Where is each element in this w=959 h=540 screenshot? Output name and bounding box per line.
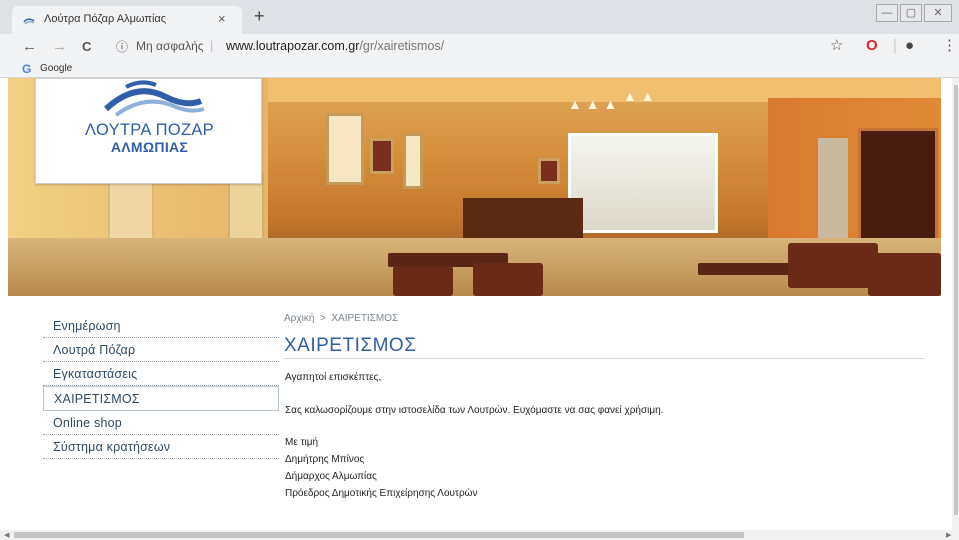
chandelier-icon: ▲ ▲ ▲ — [568, 96, 618, 112]
scroll-right-arrow-icon[interactable]: ▶ — [946, 531, 951, 539]
profile-icon[interactable]: ● — [905, 37, 914, 55]
hero-back-window — [568, 133, 718, 233]
address-bar[interactable]: ⓘ Μη ασφαλής | www.loutrapozar.com.gr/gr… — [110, 37, 850, 57]
sidebar-item-facilities[interactable]: Εγκαταστάσεις — [43, 362, 279, 386]
url-path: /gr/xairetismos/ — [359, 39, 445, 53]
hero-sofa — [788, 243, 878, 288]
breadcrumb-separator: > — [319, 313, 326, 324]
hero-chair — [393, 266, 453, 296]
scroll-left-arrow-icon[interactable]: ◀ — [4, 531, 9, 539]
url-separator: | — [210, 38, 214, 53]
browser-tab-strip: Λούτρα Πόζαρ Αλμωπίας × + — ▢ ✕ — [0, 0, 959, 34]
sidebar-item-pozar-baths[interactable]: Λουτρά Πόζαρ — [43, 338, 279, 362]
hero-sofa — [868, 253, 941, 296]
hero-counter — [463, 198, 583, 238]
title-divider — [284, 358, 924, 359]
maximize-button[interactable]: ▢ — [900, 4, 922, 22]
breadcrumb: Αρχική > ΧΑΙΡΕΤΙΣΜΟΣ — [284, 313, 398, 324]
close-window-button[interactable]: ✕ — [924, 4, 952, 22]
site-logo[interactable]: ΛΟΥΤΡΑ ΠΟΖΑΡ ΑΛΜΩΠΙΑΣ — [35, 78, 262, 184]
page-title: ΧΑΙΡΕΤΙΣΜΟΣ — [284, 335, 417, 356]
hero-painting — [370, 138, 394, 174]
signer-name: Δημήτρης Μπίνος — [285, 454, 365, 465]
breadcrumb-current: ΧΑΙΡΕΤΙΣΜΟΣ — [331, 313, 399, 324]
reload-button[interactable]: C — [82, 37, 91, 57]
hero-window-frame — [403, 133, 423, 189]
bookmark-google[interactable]: Google — [40, 63, 72, 74]
signer-role-mayor: Δήμαρχος Αλμωπίας — [285, 471, 377, 482]
logo-title: ΛΟΥΤΡΑ ΠΟΖΑΡ — [85, 121, 214, 139]
new-tab-button[interactable]: + — [254, 6, 265, 26]
site-favicon-icon — [23, 18, 35, 25]
signer-role-president: Πρόεδρος Δημοτικής Επιχείρησης Λουτρών — [285, 488, 478, 499]
browser-toolbar: ← → C ⓘ Μη ασφαλής | www.loutrapozar.com… — [0, 34, 959, 60]
bookmarks-bar: G Google — [0, 60, 959, 78]
logo-wave-icon — [103, 80, 205, 117]
horizontal-scroll-thumb[interactable] — [14, 532, 744, 538]
back-button[interactable]: ← — [22, 37, 37, 57]
security-label: Μη ασφαλής — [136, 39, 204, 53]
browser-tab[interactable]: Λούτρα Πόζαρ Αλμωπίας × — [12, 6, 242, 34]
toolbar-divider: | — [893, 37, 897, 54]
vertical-scroll-thumb[interactable] — [954, 85, 958, 515]
chandelier-icon: ▲ ▲ — [623, 88, 655, 104]
sidebar-nav: Ενημέρωση Λουτρά Πόζαρ Εγκαταστάσεις ΧΑΙ… — [43, 314, 279, 459]
opera-extension-icon[interactable]: O — [866, 37, 878, 55]
url-host: www.loutrapozar.com.gr — [226, 39, 360, 53]
url-text: www.loutrapozar.com.gr/gr/xairetismos/ — [226, 39, 444, 53]
hero-wood-panel — [858, 128, 938, 248]
minimize-button[interactable]: — — [876, 4, 898, 22]
tab-title: Λούτρα Πόζαρ Αλμωπίας — [44, 13, 167, 25]
hero-window-frame — [326, 113, 364, 185]
sidebar-item-news[interactable]: Ενημέρωση — [43, 314, 279, 338]
menu-kebab-icon[interactable]: ⋮ — [942, 37, 957, 55]
sidebar-item-greeting[interactable]: ΧΑΙΡΕΤΙΣΜΟΣ — [43, 386, 279, 411]
google-logo-icon: G — [22, 62, 32, 76]
breadcrumb-home-link[interactable]: Αρχική — [284, 313, 314, 324]
hero-painting — [538, 158, 560, 184]
sidebar-item-online-shop[interactable]: Online shop — [43, 411, 279, 435]
bookmark-star-icon[interactable]: ☆ — [830, 37, 843, 55]
welcome-text: Σας καλωσορίζουμε στην ιστοσελίδα των Λο… — [285, 405, 664, 416]
greeting-text: Αγαπητοί επισκέπτες, — [285, 372, 382, 383]
info-icon[interactable]: ⓘ — [116, 38, 128, 55]
forward-button[interactable]: → — [52, 37, 67, 57]
hero-chair — [473, 263, 543, 296]
sidebar-item-booking-system[interactable]: Σύστημα κρατήσεων — [43, 435, 279, 459]
logo-subtitle: ΑΛΜΩΠΙΑΣ — [110, 139, 189, 155]
tab-close-icon[interactable]: × — [218, 11, 226, 26]
signoff-text: Με τιμή — [285, 437, 319, 448]
